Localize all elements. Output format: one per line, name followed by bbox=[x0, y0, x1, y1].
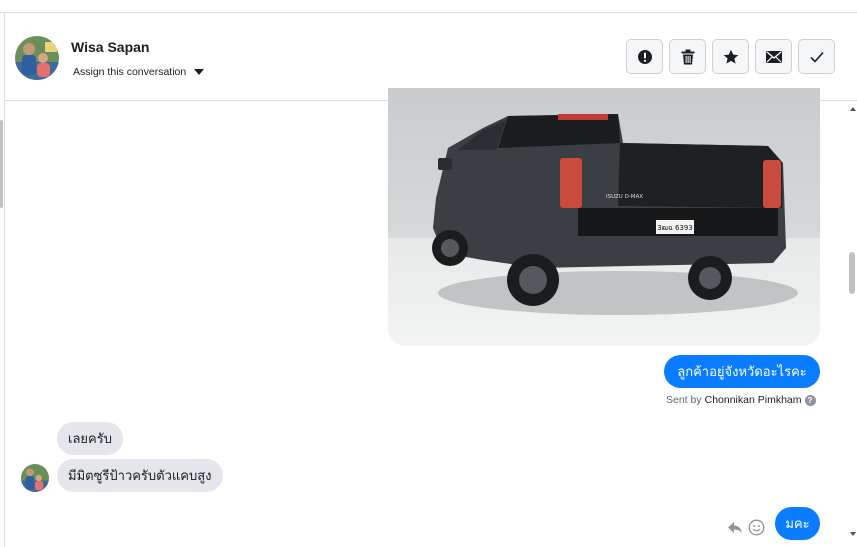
incoming-message[interactable]: มีมิตซูรีป้าวครับตัวแคบสูง bbox=[57, 459, 223, 492]
trash-icon bbox=[681, 49, 694, 64]
license-plate: 3ฒฉ 6393 bbox=[657, 224, 693, 232]
reply-icon[interactable] bbox=[727, 519, 743, 540]
sender-avatar[interactable] bbox=[21, 464, 49, 492]
react-emoji-icon[interactable] bbox=[748, 519, 765, 541]
mark-spam-button[interactable] bbox=[626, 39, 663, 74]
conversation-actions bbox=[626, 39, 835, 74]
scrollbar-thumb[interactable] bbox=[849, 252, 855, 294]
mark-done-button[interactable] bbox=[798, 39, 835, 74]
question-icon[interactable]: ? bbox=[804, 394, 816, 406]
sent-by-note: Sent by Chonnikan Pimkham ? bbox=[666, 394, 816, 406]
outgoing-message[interactable]: ลูกค้าอยู่จังหวัดอะไรคะ bbox=[664, 355, 820, 388]
scroll-down-arrow-icon[interactable] bbox=[850, 532, 856, 536]
star-icon bbox=[723, 49, 738, 64]
assign-conversation-dropdown[interactable]: Assign this conversation bbox=[73, 66, 205, 78]
assign-label: Assign this conversation bbox=[73, 66, 187, 78]
left-pane-scrollbar[interactable] bbox=[0, 120, 3, 208]
sent-by-name[interactable]: Chonnikan Pimkham bbox=[705, 394, 802, 406]
truck-badge: ISUZU D-MAX bbox=[606, 194, 643, 200]
incoming-message[interactable]: เลยครับ bbox=[57, 422, 123, 455]
mark-unread-button[interactable] bbox=[755, 39, 792, 74]
contact-avatar[interactable] bbox=[15, 36, 59, 80]
truck-photo[interactable]: 3ฒฉ 6393 ISUZU D-MAX bbox=[388, 88, 820, 346]
alert-icon bbox=[637, 49, 652, 64]
envelope-icon bbox=[765, 50, 782, 63]
delete-button[interactable] bbox=[669, 39, 706, 74]
contact-name[interactable]: Wisa Sapan bbox=[71, 39, 149, 55]
star-button[interactable] bbox=[712, 39, 749, 74]
outgoing-message[interactable]: มคะ bbox=[775, 507, 820, 540]
caret-down-icon bbox=[194, 69, 205, 75]
check-icon bbox=[809, 51, 824, 63]
scroll-up-arrow-icon[interactable] bbox=[850, 107, 856, 111]
sent-by-prefix: Sent by bbox=[666, 394, 702, 406]
messages-scrollbar[interactable] bbox=[846, 102, 857, 547]
